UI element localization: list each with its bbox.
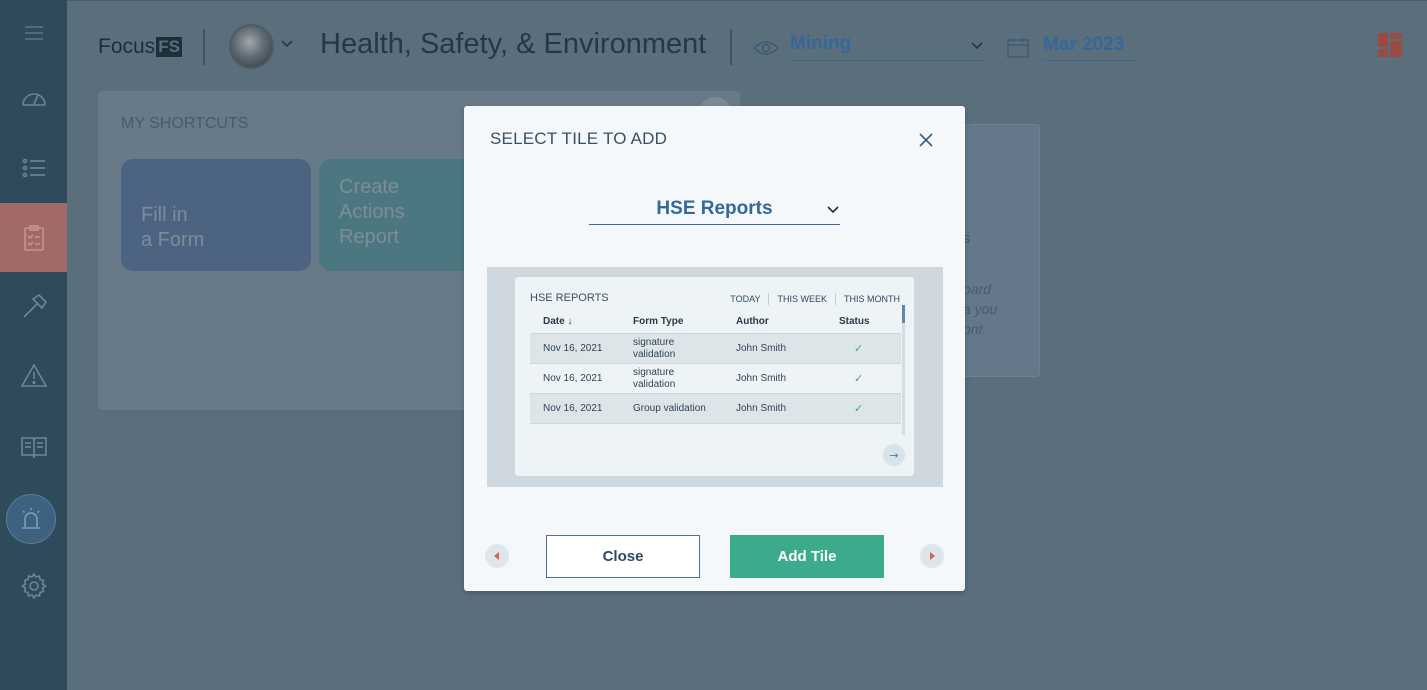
cell-date: Nov 16, 2021 bbox=[543, 402, 603, 414]
close-button[interactable]: Close bbox=[546, 535, 700, 578]
modal-title: SELECT TILE TO ADD bbox=[490, 129, 668, 148]
table-row: Nov 16, 2021 signature validation John S… bbox=[530, 364, 901, 394]
shortcut-fill-form[interactable]: Fill in a Form bbox=[121, 159, 311, 271]
form-type-line: signature bbox=[633, 336, 675, 348]
cell-author: John Smith bbox=[736, 342, 787, 354]
chevron-down-icon bbox=[827, 206, 839, 214]
avatar[interactable] bbox=[229, 24, 274, 69]
table-header-row: Date ↓ Form Type Author Status bbox=[530, 310, 901, 334]
column-header: Status bbox=[839, 315, 870, 327]
filter-today: TODAY bbox=[730, 294, 761, 304]
table-row: Nov 16, 2021 signature validation John S… bbox=[530, 334, 901, 364]
cell-status: ✓ bbox=[839, 364, 899, 393]
page-title: Health, Safety, & Environment bbox=[320, 28, 707, 60]
preview-title: HSE REPORTS bbox=[530, 292, 609, 304]
book-icon[interactable] bbox=[0, 418, 67, 474]
tile-type-value: HSE Reports bbox=[656, 198, 773, 219]
add-tile-button[interactable]: Add Tile bbox=[730, 535, 884, 578]
gear-icon[interactable] bbox=[0, 558, 67, 614]
shortcuts-title: MY SHORTCUTS bbox=[121, 115, 249, 132]
logo-badge: FS bbox=[156, 37, 182, 57]
cell-author: John Smith bbox=[736, 372, 787, 384]
close-icon[interactable] bbox=[916, 130, 936, 150]
tile-preview: HSE REPORTS TODAY THIS WEEK THIS MONTH D… bbox=[487, 267, 943, 487]
check-icon: ✓ bbox=[854, 372, 864, 385]
table-row: Nov 16, 2021 Group validation John Smith… bbox=[530, 394, 901, 424]
check-icon: ✓ bbox=[854, 342, 864, 355]
check-icon: ✓ bbox=[854, 402, 864, 415]
column-header: Date ↓ bbox=[543, 315, 573, 327]
column-header: Form Type bbox=[633, 315, 684, 327]
preview-table: Date ↓ Form Type Author Status Nov 16, 2… bbox=[530, 310, 901, 424]
cell-form-type: signature validation bbox=[633, 334, 728, 363]
cell-status: ✓ bbox=[839, 334, 899, 363]
cell-form-type: signature validation bbox=[633, 364, 728, 393]
arrow-right-icon: → bbox=[883, 444, 905, 466]
preview-filters: TODAY THIS WEEK THIS MONTH bbox=[722, 293, 900, 305]
logo-text: Focus bbox=[98, 35, 156, 58]
chevron-down-icon[interactable] bbox=[280, 37, 294, 51]
header-bar: Focus FS Health, Safety, & Environment M… bbox=[67, 0, 1427, 92]
date-picker[interactable]: Mar 2023 bbox=[1043, 34, 1138, 61]
site-select-value: Mining bbox=[790, 33, 852, 54]
layout-grid-icon[interactable] bbox=[1378, 33, 1402, 57]
previous-tile-button[interactable] bbox=[485, 544, 509, 568]
cell-date: Nov 16, 2021 bbox=[543, 372, 603, 384]
filter-this-week: THIS WEEK bbox=[768, 293, 835, 305]
select-tile-modal: SELECT TILE TO ADD HSE Reports HSE REPOR… bbox=[464, 106, 965, 591]
app-logo: Focus FS bbox=[98, 35, 182, 59]
form-type-line: signature bbox=[633, 366, 675, 378]
hammer-icon[interactable] bbox=[0, 278, 67, 334]
site-select[interactable]: Mining bbox=[790, 33, 986, 61]
column-header: Author bbox=[736, 315, 769, 327]
preview-card: HSE REPORTS TODAY THIS WEEK THIS MONTH D… bbox=[515, 277, 914, 476]
chevron-down-icon bbox=[971, 42, 983, 50]
sidebar bbox=[0, 0, 67, 690]
cell-author: John Smith bbox=[736, 402, 787, 414]
shortcut-label: Fill in bbox=[141, 204, 188, 226]
filter-this-month: THIS MONTH bbox=[835, 293, 900, 305]
list-icon[interactable] bbox=[0, 140, 67, 196]
form-type-line: validation bbox=[633, 348, 676, 360]
caret-left-icon bbox=[494, 552, 499, 560]
next-tile-button[interactable] bbox=[920, 544, 944, 568]
warning-icon[interactable] bbox=[0, 348, 67, 404]
cell-status: ✓ bbox=[839, 394, 899, 423]
clipboard-icon[interactable] bbox=[0, 203, 67, 272]
eye-icon bbox=[753, 41, 779, 55]
info-card-text: oard a you ont. bbox=[963, 281, 998, 337]
alarm-icon bbox=[22, 508, 40, 529]
tile-type-select[interactable]: HSE Reports bbox=[589, 194, 840, 225]
shortcut-label: a Form bbox=[141, 229, 205, 251]
header-divider bbox=[730, 29, 732, 65]
header-divider bbox=[203, 29, 205, 65]
alarm-button[interactable] bbox=[6, 494, 56, 544]
date-value: Mar 2023 bbox=[1043, 34, 1125, 55]
form-type-line: validation bbox=[633, 378, 676, 390]
menu-icon[interactable] bbox=[0, 5, 67, 61]
calendar-icon[interactable] bbox=[1007, 37, 1029, 58]
caret-right-icon bbox=[930, 552, 935, 560]
cell-form-type: Group validation bbox=[633, 402, 706, 414]
preview-scrollbar bbox=[902, 305, 905, 435]
cell-date: Nov 16, 2021 bbox=[543, 342, 603, 354]
dashboard-icon[interactable] bbox=[0, 70, 67, 126]
